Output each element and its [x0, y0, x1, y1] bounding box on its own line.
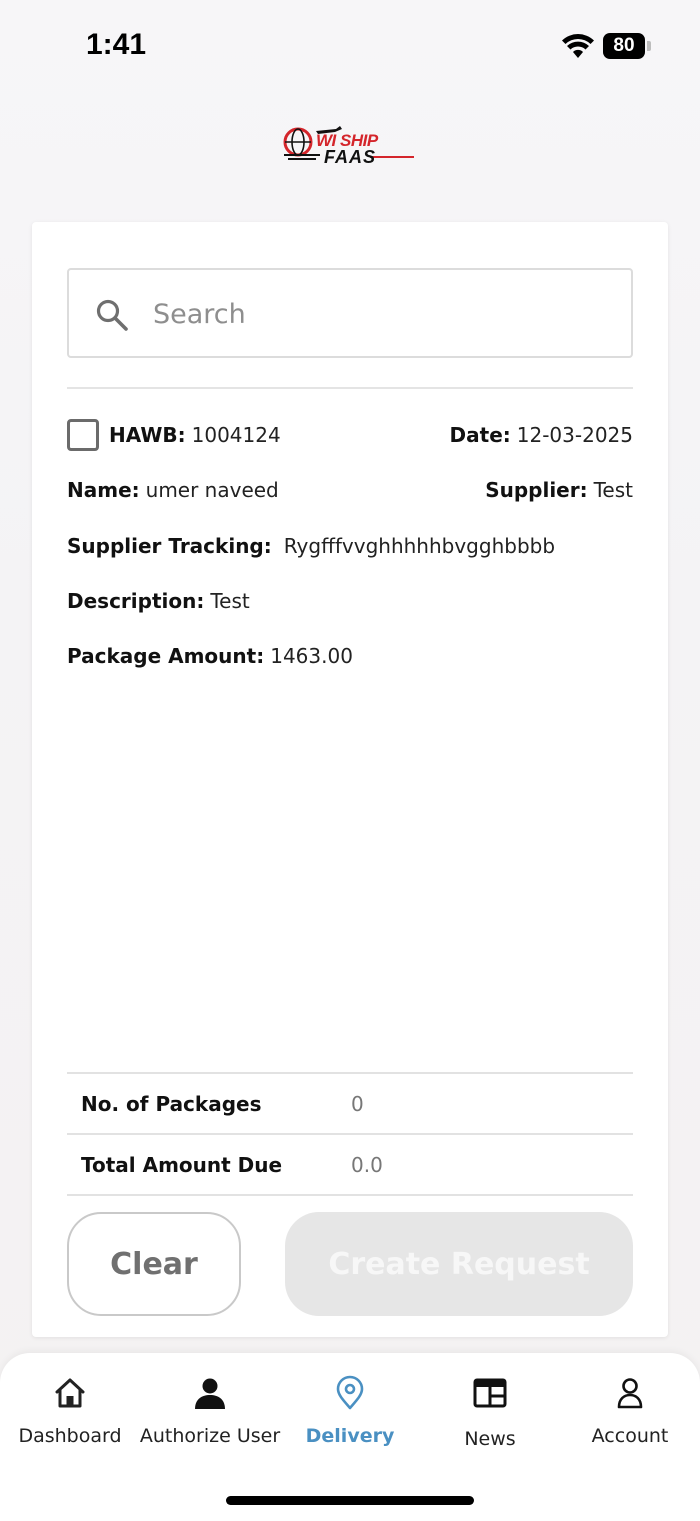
- record-row-name: Name: umer naveed Supplier: Test: [67, 473, 633, 507]
- package-amount-label: Package Amount:: [67, 644, 265, 668]
- summary-divider: [67, 1194, 633, 1196]
- home-indicator: [226, 1496, 474, 1505]
- delivery-card: HAWB: 1004124 Date: 12-03-2025 Name: ume…: [32, 222, 668, 1337]
- packages-count-label: No. of Packages: [81, 1092, 262, 1116]
- search-input[interactable]: [153, 288, 613, 340]
- home-icon: [55, 1378, 85, 1408]
- news-icon: [473, 1378, 507, 1408]
- description-label: Description:: [67, 589, 205, 613]
- date-group: Date: 12-03-2025: [450, 418, 633, 452]
- nav-label-authorize-user: Authorize User: [139, 1425, 281, 1447]
- supplier-label: Supplier:: [485, 478, 588, 502]
- logo-line-2: FAAS: [324, 147, 377, 167]
- hawb-value: 1004124: [191, 423, 281, 447]
- nav-label-news: News: [464, 1428, 516, 1450]
- bottom-nav: Dashboard Authorize User Delivery News A…: [0, 1353, 700, 1521]
- hawb-label: HAWB:: [109, 423, 186, 447]
- record-row-amount: Package Amount: 1463.00: [67, 639, 633, 673]
- nav-item-account[interactable]: Account: [570, 1375, 690, 1455]
- battery-indicator: 80: [603, 33, 645, 59]
- search-icon: [96, 299, 128, 331]
- divider: [67, 387, 633, 389]
- tracking-value: Rygfffvvghhhhhbvgghbbbb: [283, 534, 556, 558]
- date-label: Date:: [449, 423, 511, 447]
- package-amount-value: 1463.00: [270, 644, 353, 668]
- nav-label-dashboard: Dashboard: [18, 1425, 122, 1447]
- tracking-label: Supplier Tracking:: [67, 534, 272, 558]
- status-time: 1:41: [86, 28, 147, 61]
- name-label: Name:: [67, 478, 140, 502]
- status-bar: 1:41 80: [0, 0, 700, 95]
- wifi-icon: [562, 34, 594, 58]
- summary-divider: [67, 1133, 633, 1135]
- record-row-hawb: HAWB: 1004124 Date: 12-03-2025: [67, 418, 633, 452]
- clear-button[interactable]: Clear: [67, 1212, 241, 1316]
- create-request-button[interactable]: Create Request: [285, 1212, 633, 1316]
- total-amount-label: Total Amount Due: [81, 1153, 283, 1177]
- search-field[interactable]: [67, 268, 633, 358]
- packages-count-value: 0: [351, 1092, 364, 1116]
- description-value: Test: [210, 589, 250, 613]
- battery-level: 80: [613, 35, 635, 56]
- nav-item-news[interactable]: News: [430, 1375, 550, 1455]
- app-logo: WI SHIP FAAS: [280, 125, 420, 169]
- supplier-group: Supplier: Test: [485, 473, 633, 507]
- summary-divider: [67, 1072, 633, 1074]
- name-value: umer naveed: [145, 478, 279, 502]
- total-summary-row: Total Amount Due 0.0: [81, 1145, 621, 1185]
- user-icon: [195, 1378, 225, 1409]
- date-value: 12-03-2025: [516, 423, 633, 447]
- total-amount-value: 0.0: [351, 1153, 383, 1177]
- packages-summary-row: No. of Packages 0: [81, 1084, 621, 1124]
- nav-label-account: Account: [591, 1425, 669, 1447]
- record-row-tracking: Supplier Tracking: Rygfffvvghhhhhbvgghbb…: [67, 529, 633, 563]
- supplier-value: Test: [593, 478, 633, 502]
- nav-item-delivery[interactable]: Delivery: [290, 1375, 410, 1455]
- nav-item-authorize-user[interactable]: Authorize User: [140, 1375, 280, 1455]
- record-row-description: Description: Test: [67, 584, 633, 618]
- nav-label-delivery: Delivery: [305, 1425, 395, 1447]
- account-icon: [617, 1378, 643, 1409]
- location-pin-icon: [336, 1375, 364, 1410]
- battery-nub: [647, 41, 651, 51]
- nav-item-dashboard[interactable]: Dashboard: [10, 1375, 130, 1455]
- record-checkbox[interactable]: [67, 419, 99, 451]
